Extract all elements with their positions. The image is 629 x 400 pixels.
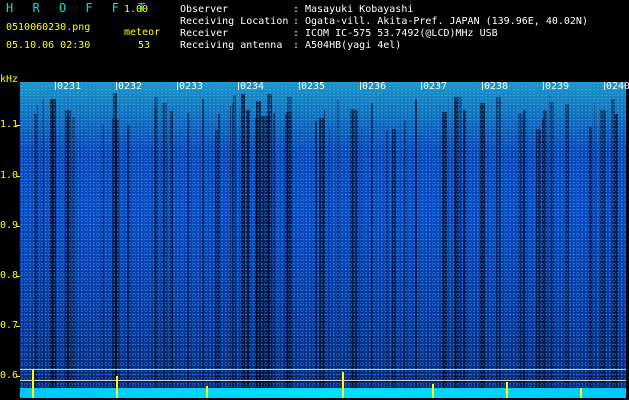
- meteor-spike: [432, 384, 434, 398]
- x-tick-mark: [238, 82, 239, 90]
- y-tick-mark: [16, 226, 20, 227]
- signal-strip: [20, 388, 626, 398]
- info-colon: :: [293, 16, 300, 27]
- spectrogram: [20, 82, 626, 398]
- antenna-value: A504HB(yagi 4el): [305, 40, 402, 51]
- x-tick-mark: [360, 82, 361, 90]
- y-tick-mark: [16, 125, 20, 126]
- y-tick-mark: [16, 376, 20, 377]
- x-tick-mark: [543, 82, 544, 90]
- y-tick-mark: [16, 326, 20, 327]
- filename-label: 0510060230.png: [6, 22, 91, 33]
- receiver-value: ICOM IC-575 53.7492(@LCD)MHz USB: [305, 28, 498, 39]
- x-tick-mark: [299, 82, 300, 90]
- x-tick-label: 0237: [423, 81, 448, 92]
- receiver-key: Receiver: [180, 28, 229, 39]
- x-tick-label: 0231: [57, 81, 82, 92]
- x-tick-mark: [604, 82, 605, 90]
- location-key: Receiving Location: [180, 16, 289, 27]
- y-tick-mark: [16, 276, 20, 277]
- meteor-spike: [116, 376, 118, 398]
- meteor-spike: [32, 370, 34, 398]
- info-colon: :: [293, 40, 300, 51]
- hrofft-window: H R O F F T 1.00 0510060230.png meteor 0…: [0, 0, 629, 400]
- x-tick-mark: [177, 82, 178, 90]
- observer-key: Observer: [180, 4, 229, 15]
- x-tick-label: 0234: [240, 81, 265, 92]
- meteor-spike: [506, 382, 508, 398]
- x-tick-label: 0238: [484, 81, 509, 92]
- meteor-spike: [580, 388, 582, 398]
- x-tick-label: 0239: [545, 81, 570, 92]
- meteor-label: meteor: [124, 27, 161, 38]
- meteor-count: 53: [138, 40, 151, 51]
- x-tick-mark: [116, 82, 117, 90]
- spectrogram-noise: [20, 82, 626, 398]
- reference-line: [20, 369, 626, 370]
- meteor-spike: [342, 372, 344, 398]
- y-tick-mark: [16, 176, 20, 177]
- x-tick-mark: [55, 82, 56, 90]
- x-tick-label: 0236: [362, 81, 387, 92]
- info-colon: :: [293, 28, 300, 39]
- antenna-key: Receiving antenna: [180, 40, 283, 51]
- reference-line: [20, 380, 626, 381]
- y-axis-unit: kHz: [0, 74, 19, 85]
- x-tick-label: 0240: [606, 81, 629, 92]
- x-tick-label: 0232: [118, 81, 143, 92]
- x-tick-label: 0233: [179, 81, 204, 92]
- meteor-spike: [206, 386, 208, 398]
- observer-value: Masayuki Kobayashi: [305, 4, 414, 15]
- x-tick-mark: [421, 82, 422, 90]
- datetime-label: 05.10.06 02:30: [6, 40, 91, 51]
- location-value: Ogata-vill. Akita-Pref. JAPAN (139.96E, …: [305, 16, 588, 27]
- x-tick-label: 0235: [301, 81, 326, 92]
- info-colon: :: [293, 4, 300, 15]
- app-version: 1.00: [124, 4, 149, 15]
- x-tick-mark: [482, 82, 483, 90]
